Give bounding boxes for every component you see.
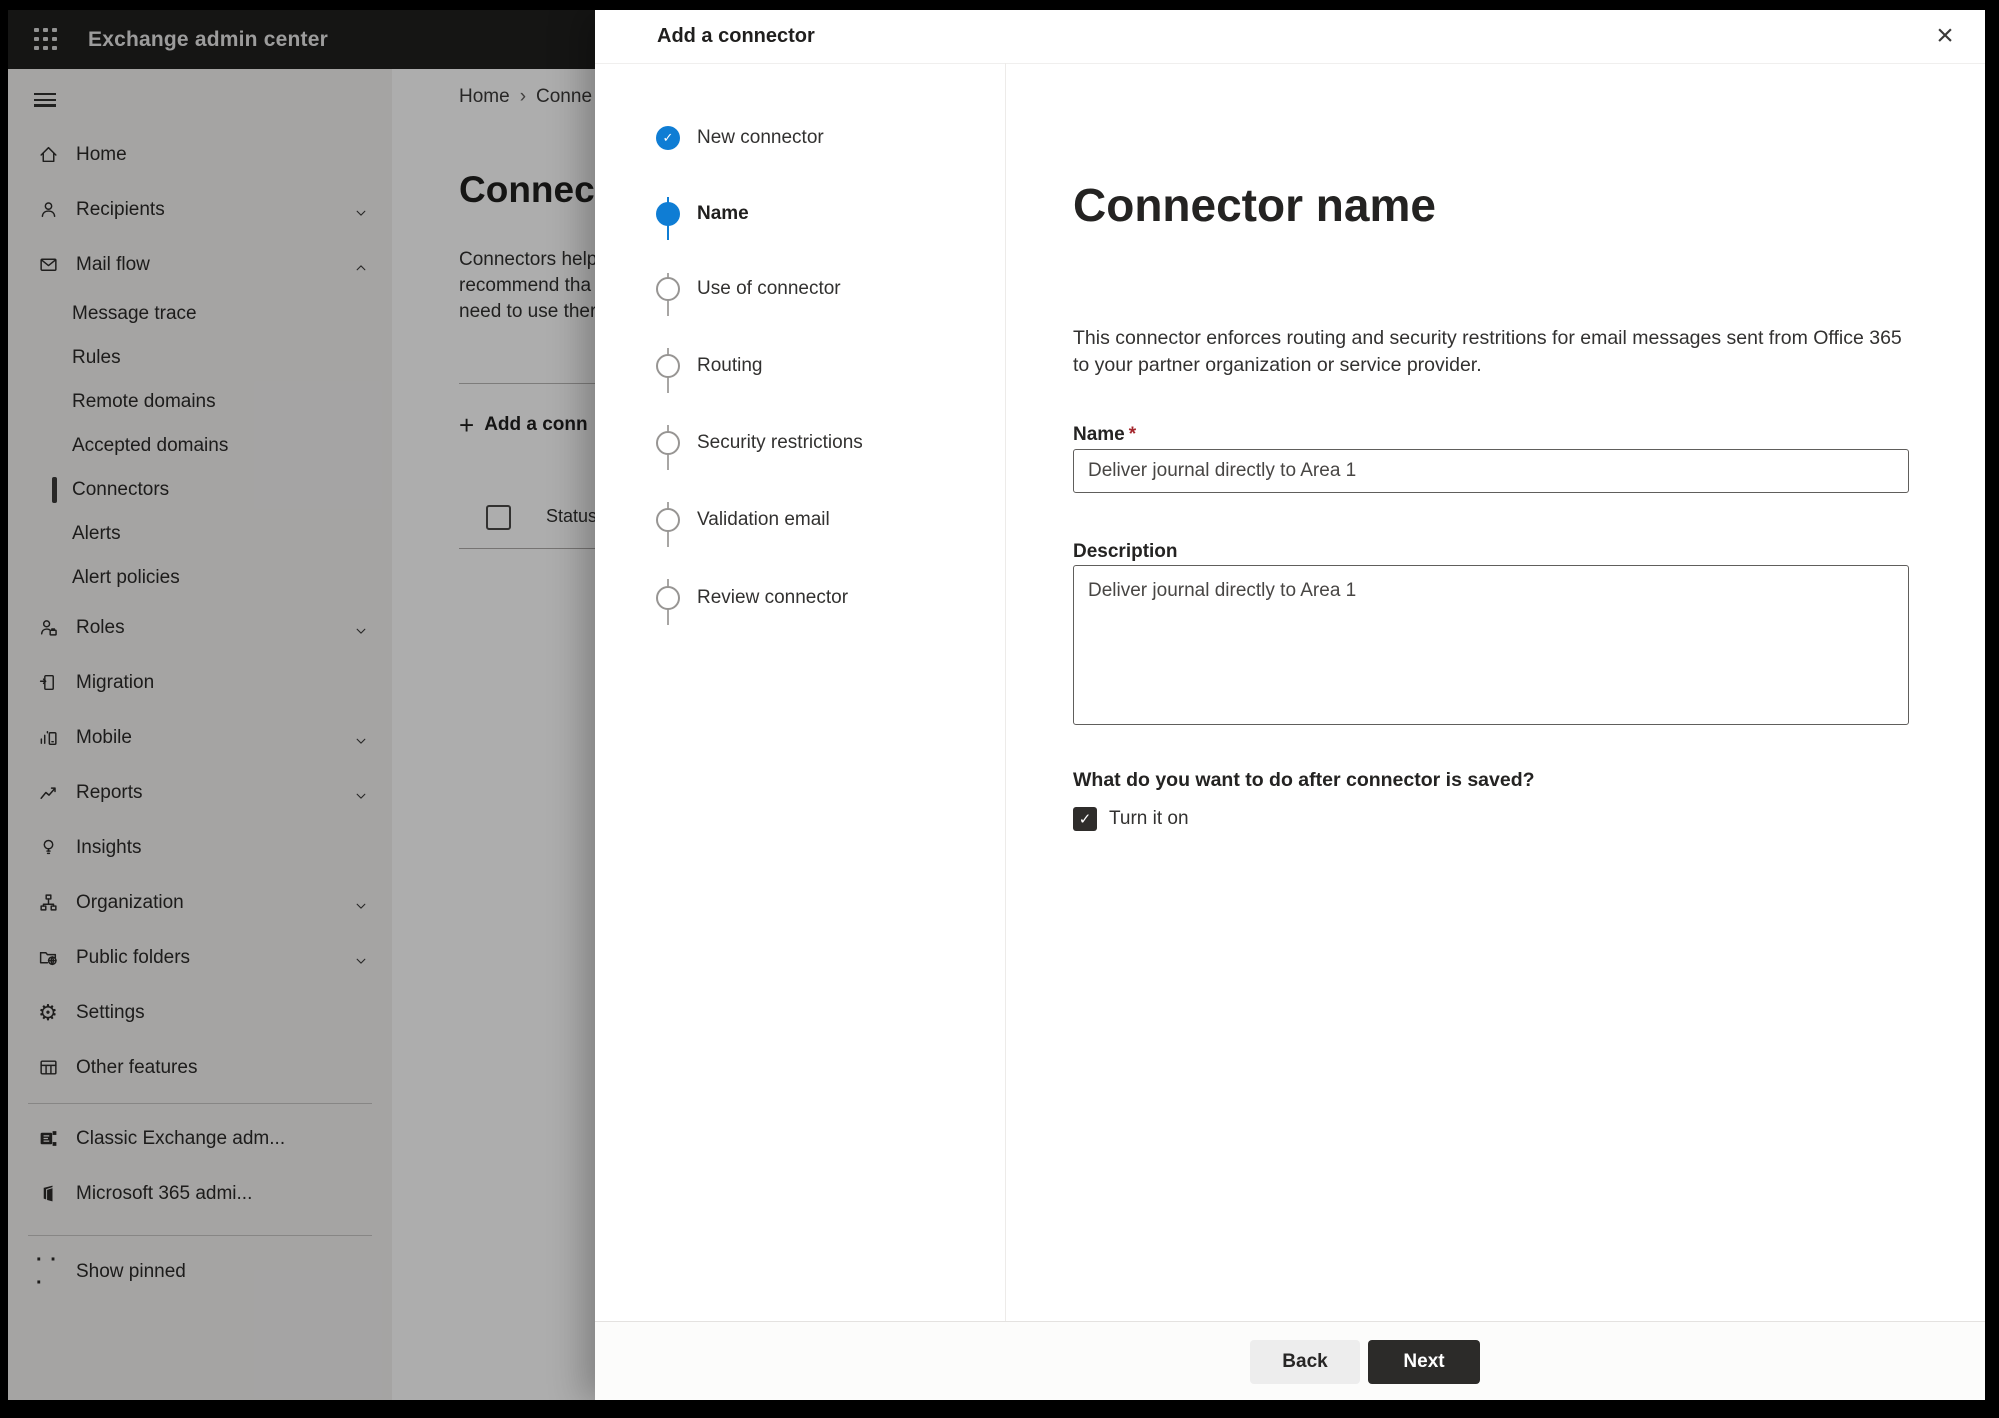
step-current-icon: [654, 200, 682, 228]
step-upcoming-icon: [654, 584, 682, 612]
dialog-footer: Back Next: [595, 1321, 1985, 1400]
dialog-title: Add a connector: [657, 25, 815, 47]
step-completed-icon: ✓: [654, 124, 682, 152]
turn-it-on-checkbox-row[interactable]: ✓ Turn it on: [1073, 807, 1189, 831]
modal-dim-overlay: [8, 10, 595, 1400]
after-save-question: What do you want to do after connector i…: [1073, 769, 1535, 791]
dialog-header: Add a connector ×: [595, 10, 1985, 64]
checkbox-checked-icon[interactable]: ✓: [1073, 807, 1097, 831]
wizard-page-description: This connector enforces routing and secu…: [1073, 327, 1902, 376]
name-input[interactable]: [1073, 449, 1909, 493]
step-upcoming-icon: [654, 506, 682, 534]
step-upcoming-icon: [654, 352, 682, 380]
wizard-steps: ✓ New connector Name Use of connector Ro…: [595, 63, 1006, 1322]
next-button[interactable]: Next: [1368, 1340, 1480, 1384]
description-field-label: Description: [1073, 541, 1178, 562]
step-upcoming-icon: [654, 275, 682, 303]
required-marker: *: [1128, 424, 1137, 445]
add-connector-dialog: Add a connector × ✓ New connector Name U…: [595, 10, 1985, 1400]
wizard-page-title: Connector name: [1073, 179, 1436, 231]
step-upcoming-icon: [654, 429, 682, 457]
checkbox-label: Turn it on: [1109, 808, 1189, 829]
close-icon[interactable]: ×: [1927, 18, 1963, 54]
back-button[interactable]: Back: [1250, 1340, 1360, 1384]
name-field-label: Name *: [1073, 424, 1137, 445]
description-textarea[interactable]: Deliver journal directly to Area 1: [1073, 565, 1909, 725]
app-window: Exchange admin center Home Recipients Ma…: [8, 10, 1985, 1400]
